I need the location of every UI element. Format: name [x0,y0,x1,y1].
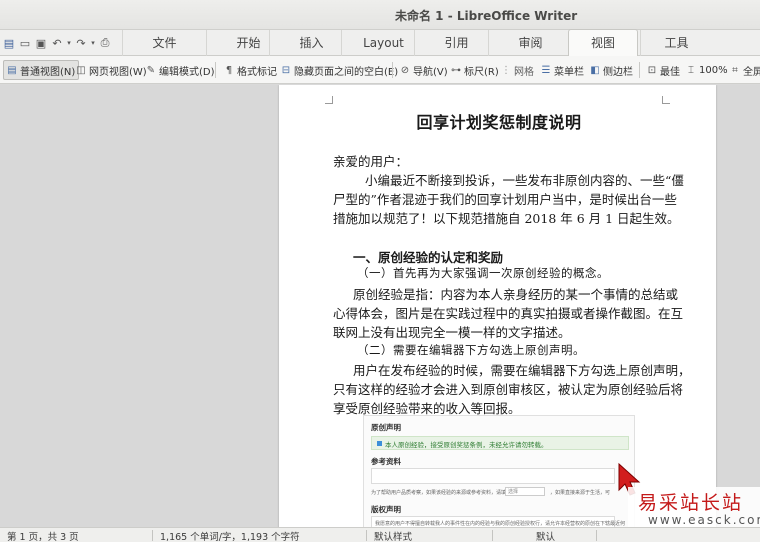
pencil-icon: ✎ [146,64,156,76]
tab-layout[interactable]: Layout [341,30,425,56]
watermark: 易采站长站 www.easck.com [628,487,760,527]
edit-mode-label: 编辑模式(D) [159,66,215,78]
zoom-100-label: 100% [699,64,728,76]
compass-icon: ⊘ [400,64,410,76]
embedded-hint-text: 为了帮助用户品质考察，如果该经验的来源或参考资料，请填写 [371,490,512,496]
paragraph-line: 心得体会，图片是在实践过程中的真实拍摄或者操作截图。在互 [333,306,684,321]
document-page[interactable]: 回享计划奖惩制度说明 亲爱的用户： 小编最近不断接到投诉，一些发布非原创内容的、… [279,85,716,527]
subsection-heading: （二）需要在编辑器下方勾选上原创声明。 [357,343,585,357]
page-count[interactable]: 第 1 页，共 3 页 [7,529,79,542]
tab-view[interactable]: 视图 [568,29,638,56]
tab-review[interactable]: 审阅 [488,30,572,56]
web-view-icon: ◫ [76,64,86,76]
view-toolbar: ▤ 普通视图(N) ◫ 网页视图(W) ✎ 编辑模式(D) ¶ 格式标记 ⊟ 隐… [0,56,760,84]
tab-tools[interactable]: 工具 [640,30,712,56]
embedded-input-field [371,468,615,484]
document-canvas[interactable]: 回享计划奖惩制度说明 亲爱的用户： 小编最近不断接到投诉，一些发布非原创内容的、… [0,85,760,527]
normal-view-icon: ▤ [7,64,17,76]
embedded-textarea: 我愿意的用户不得擅自转载我人的事件性在内的经验与我的原创经验授权行，请允许本经营… [371,516,625,527]
edit-mode-button[interactable]: ✎ 编辑模式(D) [143,60,218,80]
embedded-heading: 原创声明 [371,423,401,432]
checkbox-icon [377,441,382,446]
open-folder-icon[interactable]: ▭ [18,35,32,51]
word-count[interactable]: 1,165 个单词/字，1,193 个字符 [160,529,300,542]
quick-access-toolbar: ▤ ▭ ▣ ↶ ▾ ↷ ▾ ⎙ [2,34,112,52]
section-heading: 一、原创经验的认定和奖励 [353,250,504,265]
window-title: 未命名 1 - LibreOffice Writer [395,9,578,23]
save-icon[interactable]: ▣ [34,35,48,51]
embedded-heading: 版权声明 [371,505,401,514]
web-view-button[interactable]: ◫ 网页视图(W) [73,60,150,80]
paragraph-line: 只有这样的经验才会进入到原创审核区，被认定为原创经验后将 [333,382,684,397]
rulers-label: 标尺(R) [464,66,499,78]
document-icon[interactable]: ▤ [2,35,16,51]
optimal-zoom-button[interactable]: ⊡ 最佳 [644,60,683,80]
dropdown-arrow-icon[interactable]: ▾ [90,35,96,51]
optimal-zoom-label: 最佳 [660,66,680,78]
formatting-marks-button[interactable]: ¶ 格式标记 [221,60,280,80]
embedded-note-text: 本人原创经验，接受原创奖惩条例，未经允许请勿转载。 [385,441,548,449]
subsection-heading: （一）首先再为大家强调一次原创经验的概念。 [357,266,609,280]
hide-whitespace-button[interactable]: ⊟ 隐藏页面之间的空白(E) [278,60,401,80]
grid-icon: ⋮⋮ [501,64,521,76]
embedded-original-note: 本人原创经验，接受原创奖惩条例，未经允许请勿转载。 [371,436,629,450]
print-icon[interactable]: ⎙ [98,35,112,51]
menubar-icon: ☰ [541,64,551,76]
margin-corner-mark [662,96,670,104]
menubar-label: 菜单栏 [554,66,584,78]
grid-button[interactable]: ⋮⋮ 网格 [498,60,537,80]
margin-corner-mark [325,96,333,104]
status-bar: 第 1 页，共 3 页 1,165 个单词/字，1,193 个字符 默认样式 默… [0,527,760,542]
fullscreen-button[interactable]: ⌗ 全屏 [727,60,760,80]
redo-icon[interactable]: ↷ [74,35,88,51]
paragraph-line: 尸型的”作者混迹于我们的回享计划用户当中，是时候出台一些 [333,192,677,207]
paragraph-line: 用户在发布经验的时候，需要在编辑器下方勾选上原创声明， [353,363,691,378]
watermark-text: 易采站长站 [638,492,744,514]
title-bar: 未命名 1 - LibreOffice Writer [0,0,760,30]
menubar-button[interactable]: ☰ 菜单栏 [538,60,587,80]
zoom-100-icon: ⌶ [688,64,694,76]
grid-label: 网格 [514,66,534,78]
formatting-marks-label: 格式标记 [237,66,277,78]
navigator-button[interactable]: ⊘ 导航(V) [397,60,451,80]
hide-whitespace-icon: ⊟ [281,64,291,76]
embedded-heading: 参考资料 [371,457,401,466]
paragraph-line: 联网上没有出现完全一模一样的文字描述。 [333,325,571,340]
embedded-screenshot-image[interactable]: 原创声明 本人原创经验，接受原创奖惩条例，未经允许请勿转载。 参考资料 为了帮助… [363,415,635,527]
tab-file[interactable]: 文件 [122,30,206,56]
embedded-select-box: 选择 [505,487,545,496]
paragraph-line: 措施加以规范了！以下规范措施自 2018 年 6 月 1 日起生效。 [333,211,680,226]
tab-bar: ▤ ▭ ▣ ↶ ▾ ↷ ▾ ⎙ 文件 开始 插入 Layout 引用 审阅 视图… [0,29,760,56]
hide-whitespace-label: 隐藏页面之间的空白(E) [294,66,399,78]
watermark-url: www.easck.com [648,513,760,527]
paragraph-line: 原创经验是指：内容为本人亲身经历的某一个事情的总结或 [353,287,679,302]
normal-view-button[interactable]: ▤ 普通视图(N) [3,60,80,80]
embedded-footer-text: 我愿意的用户不得擅自转载我人的事件性在内的经验与我的原创经验授权行，请允许本经营… [375,521,626,527]
zoom-optimal-icon: ⊡ [647,64,657,76]
navigator-label: 导航(V) [413,66,448,78]
normal-view-label: 普通视图(N) [20,66,76,78]
paragraph-line: 小编最近不断接到投诉，一些发布非原创内容的、一些“僵 [365,173,684,188]
language-status[interactable]: 默认 [536,529,555,542]
pilcrow-icon: ¶ [225,64,233,76]
ruler-icon: ⊶ [451,64,461,76]
sidebar-button[interactable]: ◧ 侧边栏 [587,60,636,80]
dropdown-arrow-icon[interactable]: ▾ [66,35,72,51]
tab-references[interactable]: 引用 [414,30,498,56]
fullscreen-icon: ⌗ [732,64,738,76]
sidebar-label: 侧边栏 [603,66,633,78]
fullscreen-label: 全屏 [743,66,760,78]
sidebar-icon: ◧ [590,64,600,76]
rulers-button[interactable]: ⊶ 标尺(R) [448,60,502,80]
page-style[interactable]: 默认样式 [374,529,412,542]
undo-icon[interactable]: ↶ [50,35,64,51]
document-title: 回享计划奖惩制度说明 [416,113,582,132]
web-view-label: 网页视图(W) [89,66,147,78]
zoom-100-button[interactable]: ⌶ 100% [683,60,731,80]
greeting-line: 亲爱的用户： [333,154,409,169]
embedded-hint-text: ，如果直接来源于生活，可 [550,490,611,496]
